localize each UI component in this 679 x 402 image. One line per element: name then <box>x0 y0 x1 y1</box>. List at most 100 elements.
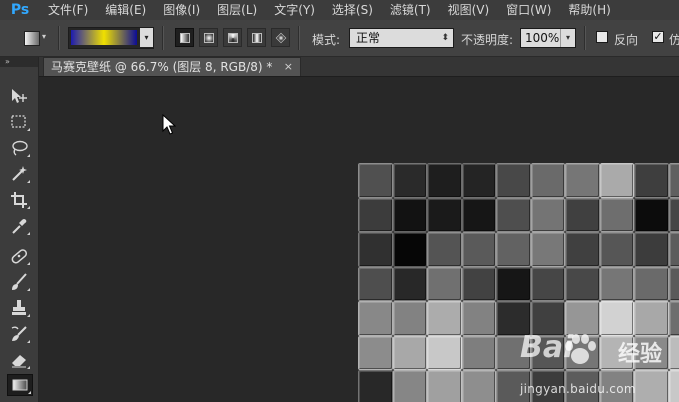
magic-wand-tool[interactable] <box>9 164 31 184</box>
mode-select[interactable]: 正常 ⬍ <box>349 28 454 48</box>
mosaic-tile <box>668 163 679 198</box>
close-icon[interactable]: × <box>284 58 293 76</box>
history-brush-tool[interactable] <box>9 324 31 344</box>
gradient-icon <box>12 379 28 391</box>
corner-arrow-icon <box>27 262 30 265</box>
menu-image[interactable]: 图像(I) <box>155 0 209 20</box>
corner-arrow-icon <box>28 391 31 394</box>
document-tab[interactable]: 马赛克壁纸 @ 66.7% (图层 8, RGB/8) * × <box>43 57 301 76</box>
history-brush-icon <box>11 326 27 341</box>
mosaic-tile <box>461 370 496 402</box>
linear-gradient-icon <box>180 33 190 43</box>
chevron-down-icon: ▾ <box>42 32 47 41</box>
mosaic-tile <box>427 335 462 370</box>
paw-icon <box>565 334 596 364</box>
mosaic-tile <box>392 370 427 402</box>
reverse-label: 反向 <box>614 33 639 47</box>
divider <box>298 26 300 50</box>
updown-arrow-icon: ⬍ <box>441 33 449 43</box>
move-tool[interactable] <box>9 86 31 106</box>
mosaic-tile <box>358 197 393 232</box>
panel-collapse-icon[interactable]: » <box>0 57 38 67</box>
divider <box>584 26 586 50</box>
crop-tool[interactable] <box>9 190 31 210</box>
menu-file[interactable]: 文件(F) <box>40 0 97 20</box>
gradient-tool[interactable] <box>7 374 33 396</box>
opacity-input[interactable]: 100% ▾ <box>520 28 576 48</box>
crop-icon <box>11 192 27 208</box>
mosaic-tile <box>427 301 462 336</box>
move-icon <box>12 89 27 103</box>
diamond-gradient-button[interactable] <box>271 28 290 47</box>
mosaic-tile <box>427 232 462 267</box>
bandage-icon <box>11 249 28 264</box>
radial-gradient-button[interactable] <box>199 28 218 47</box>
stamp-tool[interactable] <box>9 298 31 318</box>
mosaic-tile <box>392 266 427 301</box>
rect-marquee-icon <box>11 115 26 128</box>
mosaic-tile <box>496 163 531 198</box>
corner-arrow-icon <box>27 232 30 235</box>
mosaic-tile <box>496 232 531 267</box>
gradient-picker[interactable]: ▾ <box>68 27 154 49</box>
mosaic-tile <box>427 163 462 198</box>
menu-layer[interactable]: 图层(L) <box>209 0 266 20</box>
reflected-gradient-icon <box>252 33 262 43</box>
mosaic-tile <box>392 335 427 370</box>
mosaic-tile <box>461 335 496 370</box>
mosaic-tile <box>461 163 496 198</box>
lasso-tool[interactable] <box>9 138 31 158</box>
mosaic-tile <box>461 301 496 336</box>
marquee-tool[interactable] <box>9 112 31 132</box>
corner-arrow-icon <box>27 128 30 131</box>
menu-view[interactable]: 视图(V) <box>440 0 499 20</box>
mosaic-tile <box>530 266 565 301</box>
mosaic-tile <box>565 232 600 267</box>
mosaic-tile <box>427 266 462 301</box>
brush-tool[interactable] <box>9 272 31 292</box>
mosaic-tile <box>496 266 531 301</box>
menu-select[interactable]: 选择(S) <box>324 0 382 20</box>
mosaic-tile <box>599 266 634 301</box>
options-bar: ▾ ▾ 模式: 正常 ⬍ 不透明度: 100% ▾ 反向 ✓ 仿 <box>0 20 679 57</box>
reflected-gradient-button[interactable] <box>247 28 266 47</box>
mosaic-tile <box>392 232 427 267</box>
menu-edit[interactable]: 编辑(E) <box>97 0 155 20</box>
gradient-preview <box>71 30 137 45</box>
mosaic-tile <box>358 232 393 267</box>
mosaic-tile <box>358 266 393 301</box>
magic-wand-icon <box>12 166 27 181</box>
menu-window[interactable]: 窗口(W) <box>498 0 560 20</box>
document-tab-strip: 马赛克壁纸 @ 66.7% (图层 8, RGB/8) * × <box>39 57 679 77</box>
baidu-jingyan-watermark: Bai 经验 jingyan.baidu.com <box>520 330 679 402</box>
mosaic-tile <box>392 301 427 336</box>
menu-help[interactable]: 帮助(H) <box>560 0 619 20</box>
eraser-tool[interactable] <box>9 350 31 370</box>
tool-preset-picker[interactable]: ▾ <box>18 28 52 48</box>
corner-arrow-icon <box>27 340 30 343</box>
mouse-pointer-icon <box>162 114 176 135</box>
linear-gradient-button[interactable] <box>175 28 194 47</box>
mosaic-tile <box>634 266 669 301</box>
mosaic-tile <box>530 163 565 198</box>
dither-checkbox[interactable]: ✓ <box>652 31 664 43</box>
mosaic-tile <box>496 197 531 232</box>
menu-type[interactable]: 文字(Y) <box>266 0 324 20</box>
mosaic-tile <box>634 197 669 232</box>
menu-filter[interactable]: 滤镜(T) <box>382 0 440 20</box>
gradient-tool-icon <box>24 31 40 46</box>
chevron-down-icon[interactable]: ▾ <box>560 29 575 47</box>
document-tab-title: 马赛克壁纸 @ 66.7% (图层 8, RGB/8) * <box>51 60 273 74</box>
reverse-checkbox[interactable] <box>596 31 608 43</box>
mosaic-tile <box>668 197 679 232</box>
mosaic-tile <box>530 197 565 232</box>
radial-gradient-icon <box>204 33 214 43</box>
healing-brush-tool[interactable] <box>9 246 31 266</box>
chevron-down-icon[interactable]: ▾ <box>140 28 153 47</box>
mosaic-tile <box>461 232 496 267</box>
eyedropper-tool[interactable] <box>9 216 31 236</box>
mosaic-tile <box>427 370 462 402</box>
mosaic-tile <box>634 163 669 198</box>
mosaic-tile <box>461 266 496 301</box>
angle-gradient-button[interactable] <box>223 28 242 47</box>
